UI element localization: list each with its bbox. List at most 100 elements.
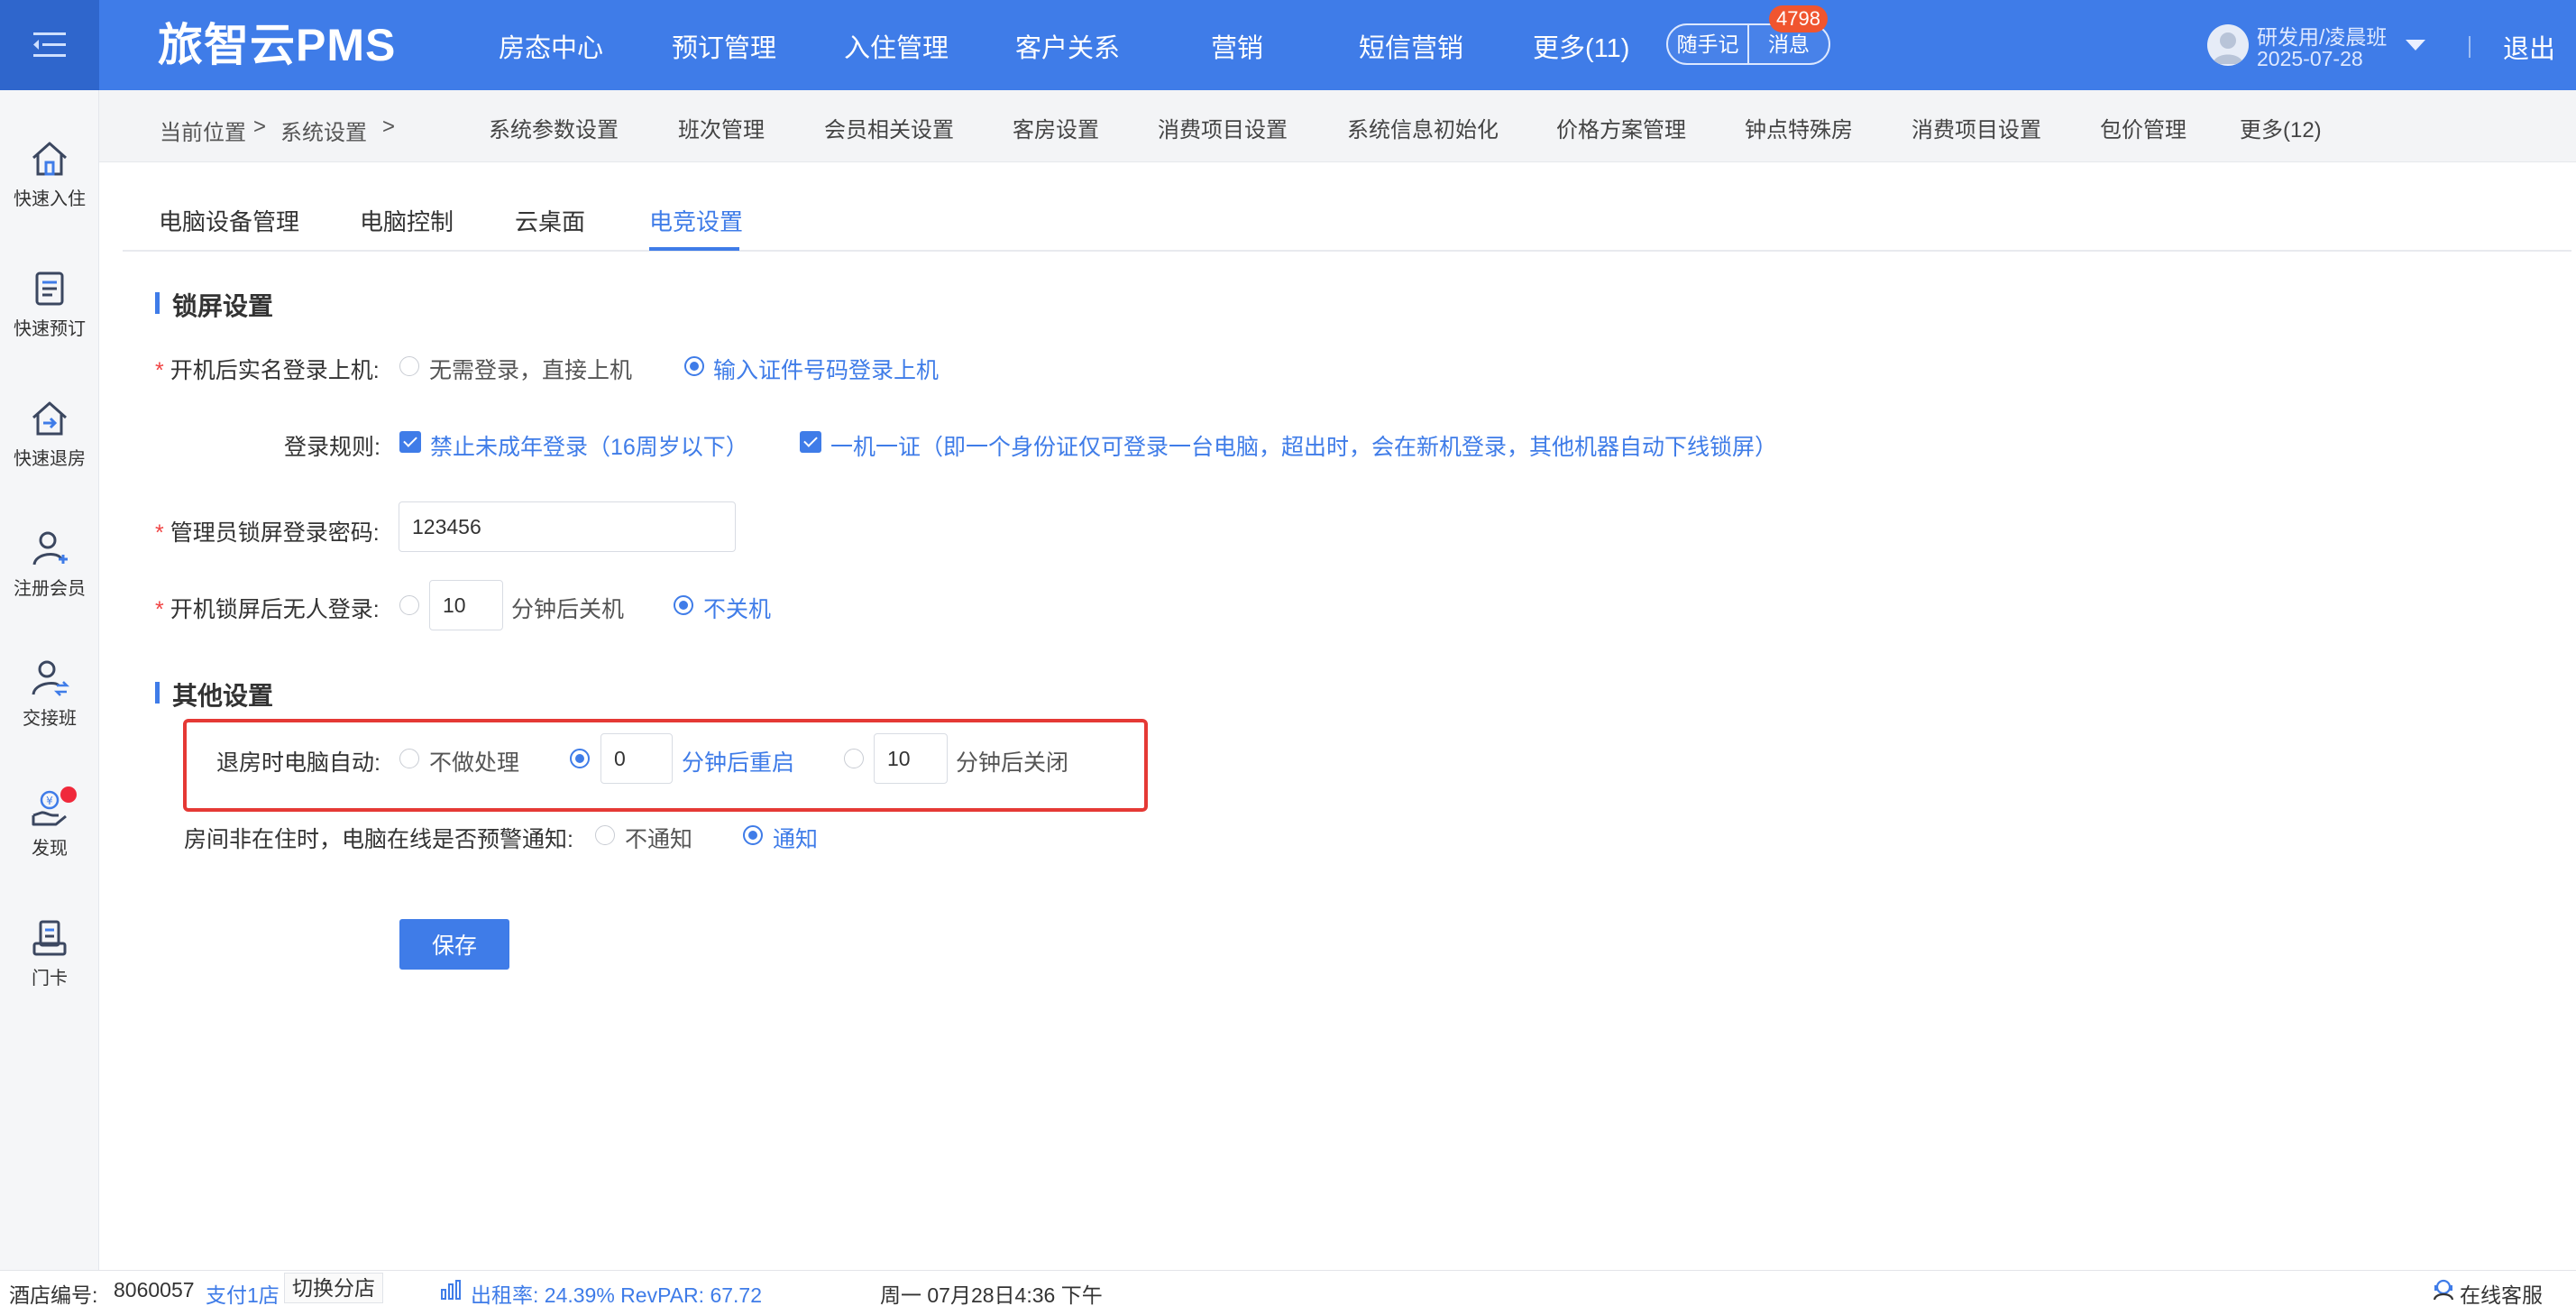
sidebar-item-door-card[interactable]: 门卡 bbox=[0, 918, 99, 989]
switch-store-button[interactable]: 切换分店 bbox=[284, 1273, 383, 1303]
radio-no-shutdown[interactable] bbox=[674, 595, 693, 615]
bar-chart-icon bbox=[441, 1280, 461, 1300]
radio-restart-after[interactable] bbox=[570, 749, 590, 768]
memo-button[interactable]: 随手记 bbox=[1668, 25, 1749, 63]
idle-minutes-input[interactable]: 10 bbox=[429, 580, 503, 630]
subnav-hourly-room[interactable]: 钟点特殊房 bbox=[1745, 112, 1853, 143]
tab-device-management[interactable]: 电脑设备管理 bbox=[159, 204, 299, 237]
radio-no-login[interactable] bbox=[399, 356, 419, 376]
checkbox-no-minors[interactable] bbox=[399, 431, 421, 453]
subnav-room-settings[interactable]: 客房设置 bbox=[1013, 112, 1099, 143]
shift-handover-icon bbox=[32, 660, 70, 696]
subnav-package-price[interactable]: 包价管理 bbox=[2100, 112, 2186, 143]
user-avatar-icon bbox=[2213, 32, 2243, 64]
field-label-text: 开机后实名登录上机: bbox=[170, 358, 380, 383]
radio-id-login[interactable] bbox=[684, 356, 704, 376]
user-dropdown-caret-icon[interactable] bbox=[2406, 40, 2425, 51]
active-tab-indicator bbox=[649, 247, 739, 251]
sidebar-item-discover[interactable]: ¥ 发现 bbox=[0, 786, 99, 860]
hotel-number-label: 酒店编号: bbox=[9, 1283, 98, 1306]
sidebar-item-label: 门卡 bbox=[32, 969, 68, 989]
breadcrumb-current: 当前位置 bbox=[160, 121, 246, 145]
current-datetime: 周一 07月28日4:36 下午 bbox=[880, 1283, 1103, 1306]
restart-minutes-input[interactable]: 0 bbox=[600, 733, 673, 784]
subnav-system-init[interactable]: 系统信息初始化 bbox=[1347, 112, 1499, 143]
radio-shutdown-after-checkout[interactable] bbox=[844, 749, 864, 768]
radio-shutdown-after[interactable] bbox=[399, 595, 419, 615]
sidebar-item-label: 快速预订 bbox=[14, 319, 86, 339]
field-label-realname-login: * 开机后实名登录上机: bbox=[155, 353, 380, 385]
notification-dot bbox=[60, 786, 77, 803]
shutdown-minutes-input[interactable]: 10 bbox=[874, 733, 948, 784]
field-label-idle-login: * 开机锁屏后无人登录: bbox=[155, 592, 380, 624]
restart-minutes-suffix: 分钟后重启 bbox=[682, 750, 795, 776]
tabs-divider bbox=[123, 250, 2571, 252]
sidebar-item-label: 快速退房 bbox=[14, 449, 86, 469]
tab-computer-control[interactable]: 电脑控制 bbox=[360, 204, 454, 237]
subnav-consumption-items[interactable]: 消费项目设置 bbox=[1158, 112, 1288, 143]
option-one-id-one-pc[interactable]: 一机一证（即一个身份证仅可登录一台电脑，超出时，会在新机登录，其他机器自动下线锁… bbox=[830, 429, 1777, 462]
status-bar: 酒店编号: 8060057 支付1店 切换分店 出租率: 24.39% RevP… bbox=[0, 1270, 2576, 1306]
required-star: * bbox=[155, 520, 164, 546]
tab-cloud-desktop[interactable]: 云桌面 bbox=[515, 204, 585, 237]
nav-item-booking[interactable]: 预订管理 bbox=[672, 27, 776, 65]
subnav-shift-management[interactable]: 班次管理 bbox=[678, 112, 765, 143]
option-no-login[interactable]: 无需登录，直接上机 bbox=[429, 353, 632, 385]
radio-do-nothing[interactable] bbox=[399, 749, 419, 768]
sidebar-item-quick-booking[interactable]: 快速预订 bbox=[0, 269, 99, 340]
option-no-shutdown[interactable]: 不关机 bbox=[703, 592, 771, 624]
nav-item-checkin[interactable]: 入住管理 bbox=[844, 27, 949, 65]
radio-no-notify[interactable] bbox=[595, 825, 615, 845]
subnav-consumption-items-2[interactable]: 消费项目设置 bbox=[1911, 112, 2041, 143]
sidebar-item-register-member[interactable]: 注册会员 bbox=[0, 529, 99, 600]
checkbox-one-id-one-pc[interactable] bbox=[800, 431, 821, 453]
field-label-alert-notify: 房间非在住时，电脑在线是否预警通知: bbox=[184, 827, 573, 852]
field-label-checkout-auto: 退房时电脑自动: bbox=[216, 750, 380, 776]
subnav-more[interactable]: 更多(12) bbox=[2240, 112, 2322, 143]
radio-notify[interactable] bbox=[743, 825, 763, 845]
section-title-lock: 锁屏设置 bbox=[172, 292, 274, 320]
field-label-text: 开机锁屏后无人登录: bbox=[170, 597, 380, 622]
field-label-login-rules: 登录规则: bbox=[284, 435, 380, 460]
idle-minutes-suffix: 分钟后关机 bbox=[511, 597, 625, 622]
option-notify[interactable]: 通知 bbox=[773, 822, 818, 854]
avatar[interactable] bbox=[2207, 24, 2249, 66]
sidebar-item-label: 快速入住 bbox=[14, 189, 86, 209]
section-accent-bar bbox=[155, 682, 160, 704]
sidebar-item-shift-handover[interactable]: 交接班 bbox=[0, 658, 99, 730]
nav-item-sms-marketing[interactable]: 短信营销 bbox=[1359, 27, 1463, 65]
subnav-price-plan[interactable]: 价格方案管理 bbox=[1556, 112, 1686, 143]
field-label-text: 管理员锁屏登录密码: bbox=[170, 520, 380, 546]
option-no-notify[interactable]: 不通知 bbox=[625, 822, 692, 854]
store-name[interactable]: 支付1店 bbox=[206, 1278, 280, 1306]
logout-button[interactable]: 退出 bbox=[2503, 28, 2555, 66]
nav-item-room-status[interactable]: 房态中心 bbox=[499, 27, 603, 65]
message-count-badge: 4798 bbox=[1769, 5, 1828, 32]
top-bar: 旅智云PMS 房态中心 预订管理 入住管理 客户关系 营销 短信营销 更多(11… bbox=[0, 0, 2576, 90]
menu-collapse-icon bbox=[33, 32, 66, 57]
nav-item-crm[interactable]: 客户关系 bbox=[1015, 27, 1120, 65]
nav-item-more[interactable]: 更多(11) bbox=[1533, 27, 1629, 65]
add-user-icon bbox=[32, 531, 68, 566]
home-icon bbox=[32, 142, 67, 176]
save-button[interactable]: 保存 bbox=[399, 919, 509, 970]
subnav-member-settings[interactable]: 会员相关设置 bbox=[824, 112, 954, 143]
sidebar-item-quick-checkin[interactable]: 快速入住 bbox=[0, 139, 99, 210]
sidebar-item-quick-checkout[interactable]: 快速退房 bbox=[0, 399, 99, 470]
sidebar-item-label: 发现 bbox=[32, 839, 68, 859]
option-do-nothing[interactable]: 不做处理 bbox=[429, 745, 519, 777]
option-id-login[interactable]: 输入证件号码登录上机 bbox=[713, 353, 939, 385]
tab-esports-settings[interactable]: 电竞设置 bbox=[649, 204, 743, 237]
menu-toggle-button[interactable] bbox=[0, 0, 99, 90]
occupancy-stats[interactable]: 出租率: 24.39% RevPAR: 67.72 bbox=[471, 1278, 762, 1306]
subnav-system-params[interactable]: 系统参数设置 bbox=[489, 112, 619, 143]
nav-item-marketing[interactable]: 营销 bbox=[1211, 27, 1263, 65]
option-no-minors[interactable]: 禁止未成年登录（16周岁以下） bbox=[430, 429, 748, 462]
shutdown-minutes-suffix: 分钟后关闭 bbox=[956, 750, 1069, 776]
breadcrumb-separator: > bbox=[253, 115, 267, 139]
sidebar-item-label: 交接班 bbox=[23, 709, 77, 729]
online-service-link[interactable]: 在线客服 bbox=[2460, 1278, 2543, 1306]
app-logo: 旅智云PMS bbox=[158, 20, 397, 70]
admin-password-input[interactable]: 123456 bbox=[399, 501, 736, 552]
breadcrumb-section[interactable]: 系统设置 bbox=[280, 115, 367, 146]
